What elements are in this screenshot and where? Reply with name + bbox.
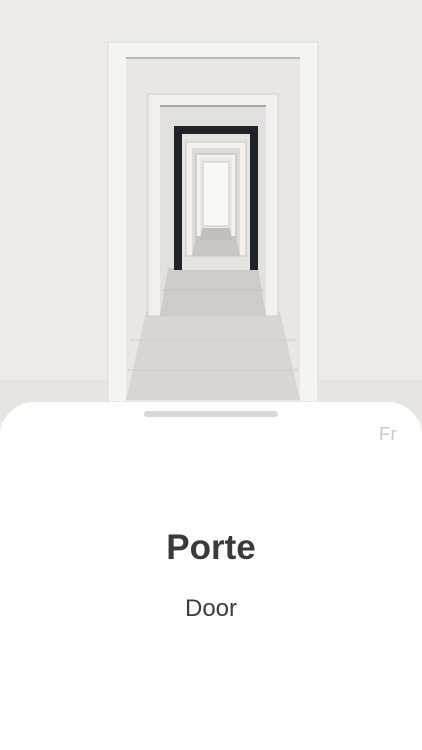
flashcard-screen: Fr Porte Door: [0, 0, 422, 750]
foreign-word: Porte: [166, 528, 256, 567]
translation: Door: [184, 595, 238, 622]
drag-handle[interactable]: [144, 411, 278, 417]
flashcard[interactable]: Fr Porte Door: [0, 402, 422, 750]
doorway-photo: [0, 0, 422, 420]
language-tag: Fr: [379, 424, 397, 444]
